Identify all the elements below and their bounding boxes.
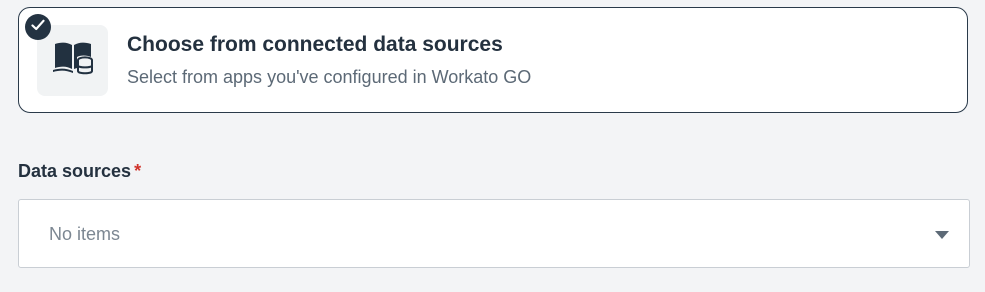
data-sources-label-text: Data sources [18, 161, 132, 181]
data-sources-label: Data sources * [18, 161, 141, 182]
selected-badge [25, 14, 51, 40]
select-value: No items [49, 224, 121, 244]
required-indicator: * [134, 161, 142, 181]
option-title: Choose from connected data sources [127, 33, 503, 56]
option-subtitle: Select from apps you've configured in Wo… [127, 67, 532, 87]
connected-data-sources-option[interactable]: Choose from connected data sources Selec… [18, 7, 968, 113]
book-database-icon [52, 40, 93, 81]
page: Choose from connected data sources Selec… [0, 0, 985, 292]
caret-down-icon[interactable] [935, 231, 949, 239]
data-sources-select[interactable]: No items [18, 199, 970, 268]
checkmark-icon [31, 18, 45, 36]
